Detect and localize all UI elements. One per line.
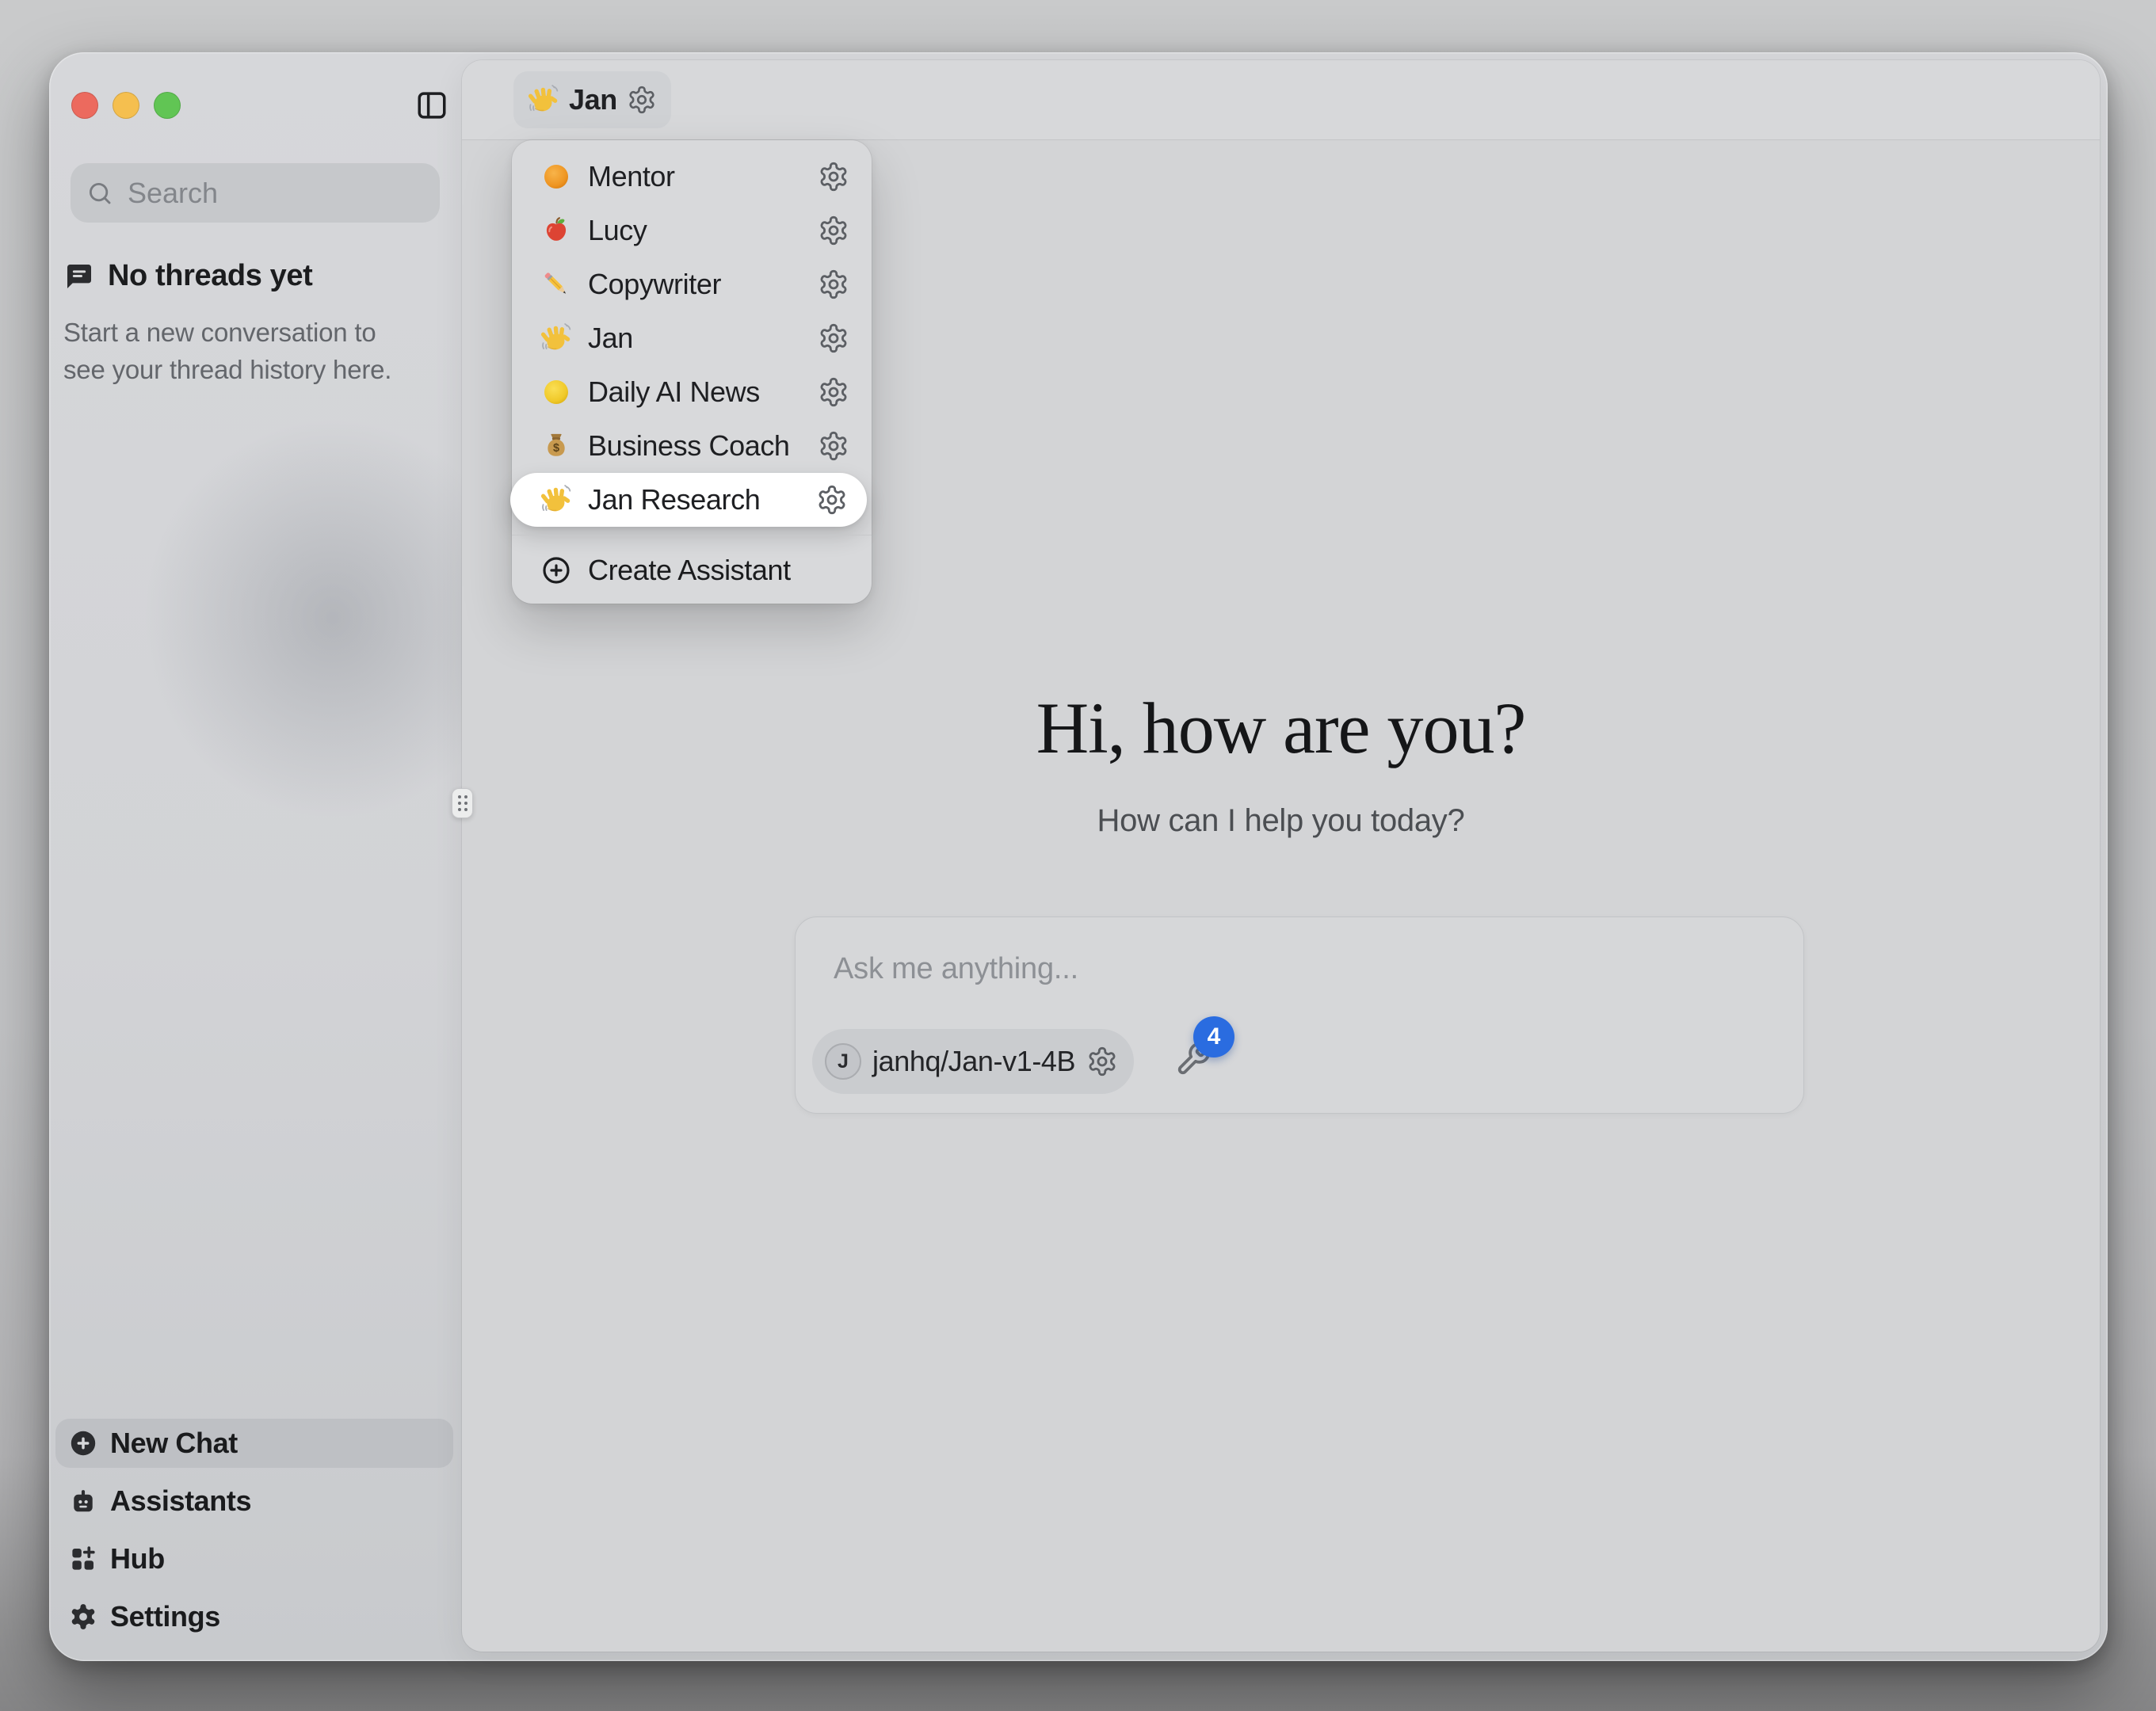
main-header: Jan [462,60,2100,140]
wave-hand-icon [528,84,559,116]
composer-input[interactable]: Ask me anything... [834,952,1078,986]
zoom-button[interactable] [154,92,181,119]
sidebar-item-assistants[interactable]: Assistants [55,1477,453,1526]
assistant-menu-item-label: Copywriter [588,268,802,301]
assistant-menu-item-copywriter[interactable]: Copywriter [512,257,872,311]
plus-circle-filled-icon [68,1428,98,1458]
close-button[interactable] [71,92,98,119]
assistant-menu-item-label: Daily AI News [588,375,802,409]
tools-count-badge: 4 [1193,1016,1234,1057]
sidebar-resize-handle[interactable] [452,788,473,818]
greeting-title: Hi, how are you? [462,686,2100,770]
wave-hand-icon [540,322,572,354]
assistant-menu-item-daily-ai-news[interactable]: Daily AI News [512,365,872,419]
minimize-button[interactable] [113,92,139,119]
assistant-menu-item-mentor[interactable]: Mentor [512,150,872,204]
assistant-menu-list: Mentor Lucy Copywriter Jan Daily AI News $ Bus… [512,150,872,527]
create-assistant-label: Create Assistant [588,554,849,587]
model-settings-gear-icon[interactable] [1086,1046,1118,1077]
wave-hand-icon [540,484,572,516]
empty-state-title: No threads yet [108,259,312,293]
greeting-subtitle: How can I help you today? [462,803,2100,839]
assistant-settings-gear-icon[interactable] [816,484,848,516]
assistant-settings-gear-icon[interactable] [627,85,657,115]
window-controls [71,92,181,119]
search-input[interactable] [126,176,424,211]
empty-state-description: Start a new conversation to see your thr… [63,314,422,388]
threads-empty-state: No threads yet Start a new conversation … [63,259,422,388]
assistant-selector-label: Jan [569,83,617,116]
assistant-settings-gear-icon[interactable] [818,322,849,354]
assistant-settings-gear-icon[interactable] [818,269,849,300]
grip-dots-icon [458,795,467,811]
hub-grid-icon [68,1544,98,1574]
assistant-settings-gear-icon[interactable] [818,215,849,246]
assistant-menu-item-jan[interactable]: Jan [512,311,872,365]
assistant-dropdown-menu: Mentor Lucy Copywriter Jan Daily AI News $ Bus… [512,140,872,604]
assistant-menu-item-business-coach[interactable]: $ Business Coach [512,419,872,473]
sidebar-toggle-icon[interactable] [415,89,448,122]
create-assistant-button[interactable]: Create Assistant [512,543,872,597]
orange-circle-icon [540,161,572,192]
svg-text:$: $ [553,442,559,455]
chat-bubble-icon [63,261,95,292]
sidebar-item-hub[interactable]: Hub [55,1534,453,1583]
yellow-circle-icon [540,376,572,408]
bot-icon [68,1486,98,1516]
assistant-menu-item-label: Lucy [588,214,802,247]
model-name: janhq/Jan-v1-4B [872,1045,1075,1078]
apple-icon [540,215,572,246]
assistant-settings-gear-icon[interactable] [818,161,849,192]
sidebar-item-label: New Chat [110,1427,238,1460]
search-field[interactable] [71,163,440,223]
sidebar-nav: New Chat Assistants Hub Settings [55,1419,453,1641]
model-selector-button[interactable]: J janhq/Jan-v1-4B [812,1029,1134,1094]
sidebar-item-label: Assistants [110,1484,251,1518]
sidebar-item-label: Settings [110,1600,220,1633]
sidebar-item-label: Hub [110,1542,165,1576]
sidebar-item-new-chat[interactable]: New Chat [55,1419,453,1468]
pencil-icon [540,269,572,300]
model-avatar: J [825,1043,861,1080]
assistant-menu-item-label: Mentor [588,160,802,193]
assistant-settings-gear-icon[interactable] [818,376,849,408]
money-bag-icon: $ [540,430,572,462]
search-icon [86,180,113,207]
assistant-menu-item-label: Jan [588,322,802,355]
sidebar-item-settings[interactable]: Settings [55,1592,453,1641]
plus-circle-icon [540,554,572,586]
assistant-selector-button[interactable]: Jan [513,71,671,128]
gear-filled-icon [68,1602,98,1632]
composer-card[interactable]: Ask me anything... J janhq/Jan-v1-4B 4 [795,916,1804,1114]
desktop-background: No threads yet Start a new conversation … [0,0,2156,1711]
assistant-menu-item-label: Business Coach [588,429,802,463]
assistant-menu-item-label: Jan Research [588,483,800,516]
assistant-settings-gear-icon[interactable] [818,430,849,462]
assistant-menu-item-jan-research[interactable]: Jan Research [510,473,867,527]
assistant-menu-item-lucy[interactable]: Lucy [512,204,872,257]
